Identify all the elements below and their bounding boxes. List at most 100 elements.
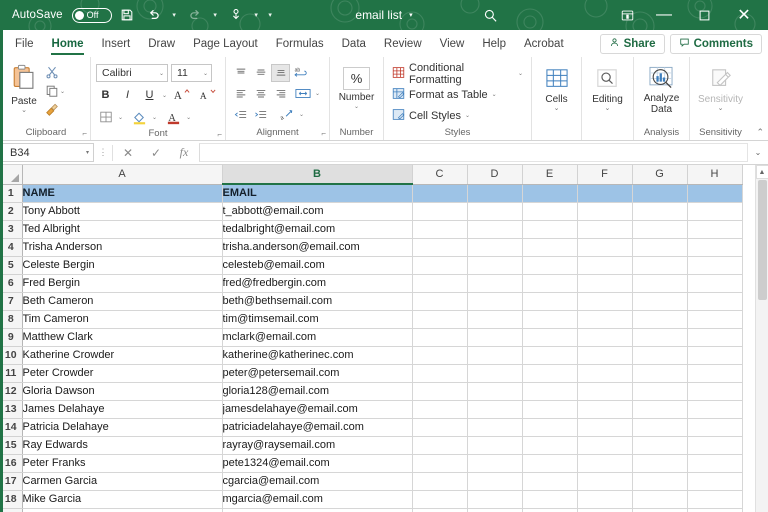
cell-B2[interactable]: t_abbott@email.com [222,202,413,221]
cell-F9[interactable] [577,328,633,347]
analyze-data-button[interactable]: Analyze Data [641,64,683,115]
row-header-16[interactable]: 16 [0,454,23,473]
vertical-scrollbar[interactable]: ▲ [755,165,768,512]
cell-C18[interactable] [412,490,468,509]
cell-F14[interactable] [577,418,633,437]
font-color-button[interactable]: A [164,108,183,126]
cell-B19[interactable]: pennysplace@email.com [222,508,413,512]
column-header-d[interactable]: D [467,165,523,185]
cell-G12[interactable] [632,382,688,401]
cell-B11[interactable]: peter@petersemail.com [222,364,413,383]
row-header-5[interactable]: 5 [0,256,23,275]
cells-caret[interactable]: ⌄ [554,105,560,112]
undo-icon[interactable] [142,3,166,27]
cell-C6[interactable] [412,274,468,293]
cell-G18[interactable] [632,490,688,509]
cell-G7[interactable] [632,292,688,311]
cell-E11[interactable] [522,364,578,383]
cell-C1[interactable] [412,184,468,203]
row-header-10[interactable]: 10 [0,346,23,365]
cell-G11[interactable] [632,364,688,383]
cell-A17[interactable]: Carmen Garcia [22,472,223,491]
cell-E5[interactable] [522,256,578,275]
orientation-icon[interactable]: a [275,106,298,124]
cell-A13[interactable]: James Delahaye [22,400,223,419]
cell-C19[interactable] [412,508,468,512]
cell-H12[interactable] [687,382,743,401]
tab-review[interactable]: Review [375,30,431,57]
copy-caret[interactable]: ⌄ [60,88,65,95]
cell-C13[interactable] [412,400,468,419]
editing-caret[interactable]: ⌄ [605,105,611,112]
merge-and-center-icon[interactable] [291,85,314,103]
cell-C7[interactable] [412,292,468,311]
cell-B14[interactable]: patriciadelahaye@email.com [222,418,413,437]
column-header-g[interactable]: G [632,165,688,185]
align-center-icon[interactable] [251,85,270,103]
sensitivity-button[interactable]: Sensitivity ⌄ [695,66,746,112]
cell-H3[interactable] [687,220,743,239]
increase-indent-icon[interactable] [251,106,270,124]
align-left-icon[interactable] [231,85,250,103]
cell-G19[interactable] [632,508,688,512]
cell-A5[interactable]: Celeste Bergin [22,256,223,275]
cell-H10[interactable] [687,346,743,365]
cell-D10[interactable] [467,346,523,365]
cell-E4[interactable] [522,238,578,257]
cell-H1[interactable] [687,184,743,203]
middle-align-icon[interactable] [251,64,270,82]
ribbon-display-options-icon[interactable] [610,0,644,30]
cell-C10[interactable] [412,346,468,365]
redo-icon[interactable] [183,3,207,27]
cell-D14[interactable] [467,418,523,437]
row-header-18[interactable]: 18 [0,490,23,509]
customize-quick-access-icon[interactable]: ▾ [265,3,276,27]
cell-C14[interactable] [412,418,468,437]
cell-A15[interactable]: Ray Edwards [22,436,223,455]
cell-B17[interactable]: cgarcia@email.com [222,472,413,491]
row-header-2[interactable]: 2 [0,202,23,221]
cell-E12[interactable] [522,382,578,401]
cell-H11[interactable] [687,364,743,383]
redo-dropdown-caret[interactable]: ▾ [210,3,221,27]
decrease-indent-icon[interactable] [231,106,250,124]
conditional-formatting-button[interactable]: Conditional Formatting ⌄ [389,62,526,86]
underline-button[interactable]: U [140,86,159,104]
cell-C12[interactable] [412,382,468,401]
formula-input[interactable] [199,143,748,162]
fill-color-caret[interactable]: ⌄ [152,114,157,121]
font-name-combo[interactable]: Calibri ⌄ [96,64,168,82]
cell-D12[interactable] [467,382,523,401]
cell-H4[interactable] [687,238,743,257]
column-header-f[interactable]: F [577,165,633,185]
cell-A10[interactable]: Katherine Crowder [22,346,223,365]
cell-B13[interactable]: jamesdelahaye@email.com [222,400,413,419]
cell-D13[interactable] [467,400,523,419]
cell-D7[interactable] [467,292,523,311]
tab-formulas[interactable]: Formulas [267,30,333,57]
cut-button[interactable] [43,63,67,81]
row-header-4[interactable]: 4 [0,238,23,257]
cell-H5[interactable] [687,256,743,275]
column-header-a[interactable]: A [22,165,223,185]
cell-G14[interactable] [632,418,688,437]
row-header-8[interactable]: 8 [0,310,23,329]
cell-B4[interactable]: trisha.anderson@email.com [222,238,413,257]
cell-E13[interactable] [522,400,578,419]
cell-F13[interactable] [577,400,633,419]
row-header-19[interactable]: 19 [0,508,23,512]
confirm-entry-button[interactable]: ✓ [143,143,169,162]
cell-B7[interactable]: beth@bethsemail.com [222,292,413,311]
editing-button[interactable]: Editing ⌄ [589,66,626,112]
format-as-table-caret[interactable]: ⌄ [492,91,497,98]
tab-acrobat[interactable]: Acrobat [515,30,573,57]
cell-A12[interactable]: Gloria Dawson [22,382,223,401]
name-box-caret[interactable]: ▾ [86,149,89,156]
row-header-15[interactable]: 15 [0,436,23,455]
comments-button[interactable]: Comments [669,33,762,54]
fill-color-button[interactable] [130,108,149,126]
row-header-17[interactable]: 17 [0,472,23,491]
cell-E2[interactable] [522,202,578,221]
cell-G10[interactable] [632,346,688,365]
cell-E3[interactable] [522,220,578,239]
